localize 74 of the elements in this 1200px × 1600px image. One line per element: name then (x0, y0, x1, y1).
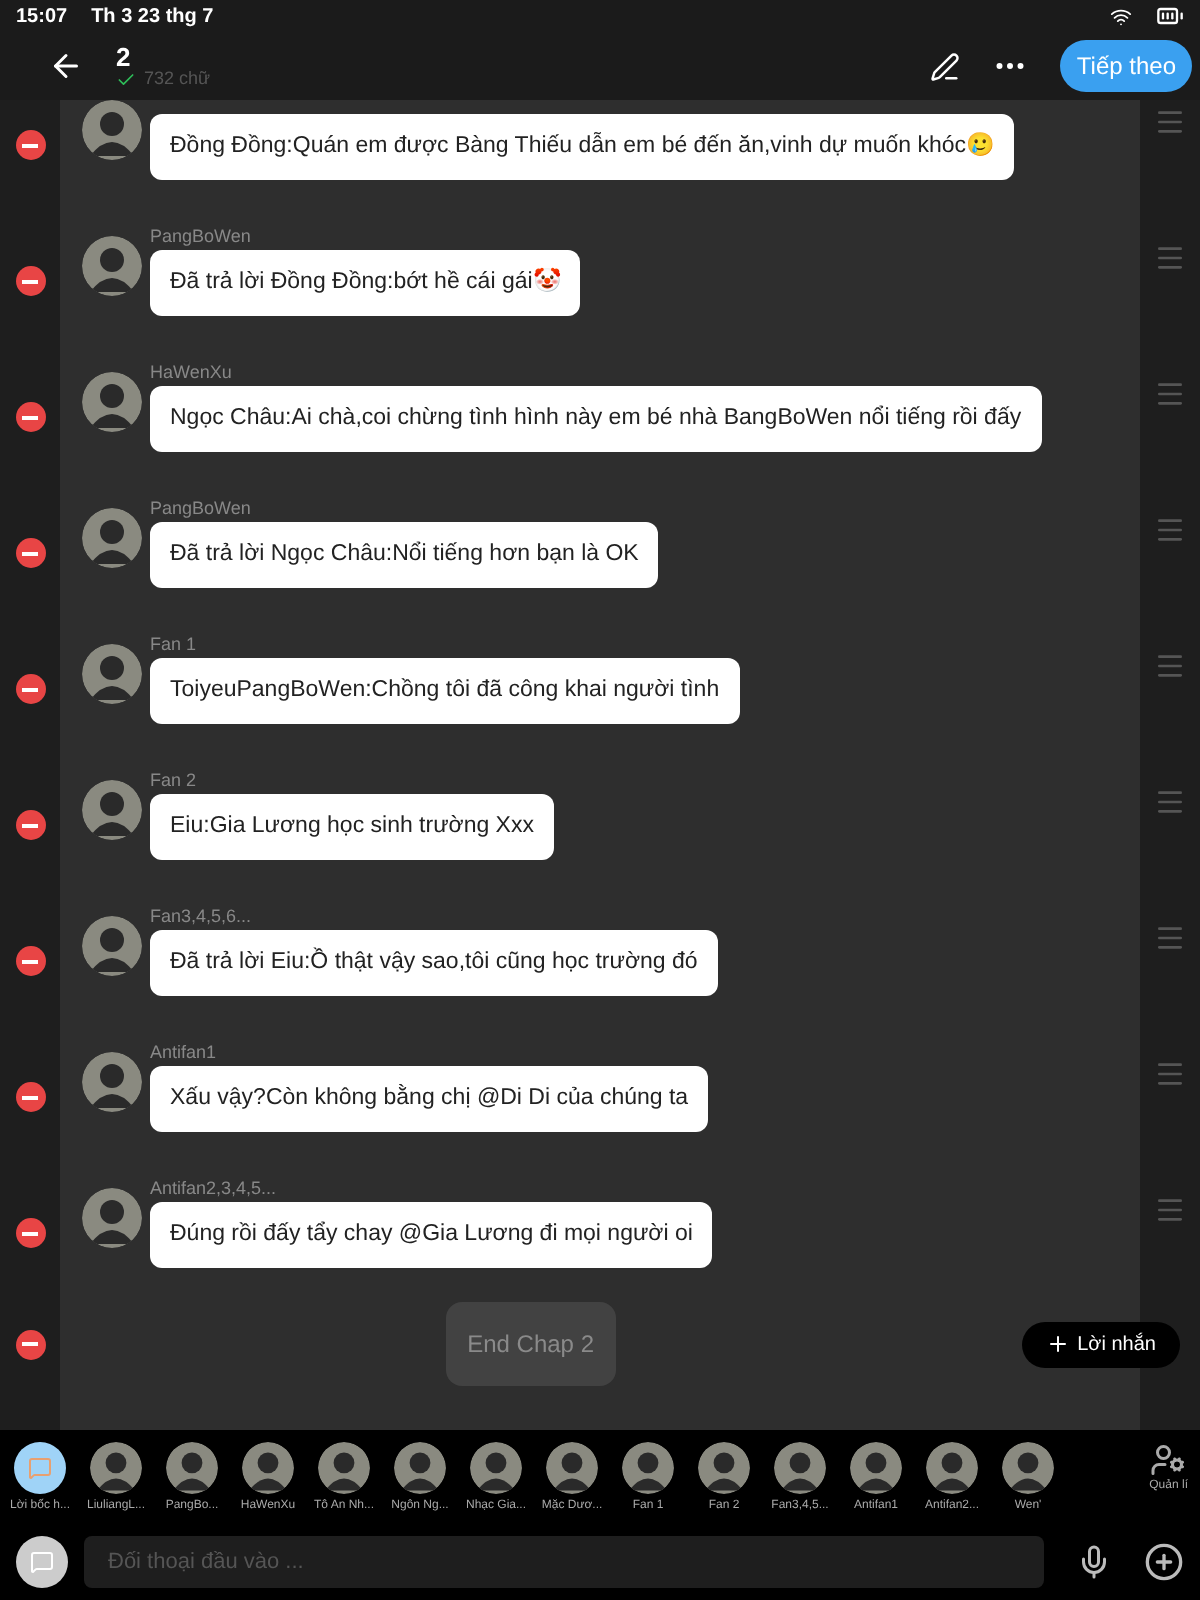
delete-button[interactable] (15, 810, 45, 840)
avatar (82, 1052, 142, 1112)
edit-icon[interactable] (930, 51, 961, 81)
plus-icon (1045, 1332, 1070, 1356)
drag-handle-icon[interactable] (1154, 378, 1186, 410)
character-name: Antifan1 (150, 1040, 219, 1066)
character-avatar (622, 1442, 674, 1494)
back-button[interactable] (48, 48, 84, 84)
add-message-button[interactable]: Lời nhắn (1021, 1321, 1180, 1367)
drag-handle-icon[interactable] (1154, 106, 1186, 138)
message-bubble[interactable]: ToiyeuPangBoWen:Chồng tôi đã công khai người tình (150, 658, 740, 724)
delete-button[interactable] (15, 266, 45, 296)
delete-button[interactable] (15, 1082, 45, 1112)
message-bubble[interactable]: Ngọc Châu:Ai chà,coi chừng tình hình này em bé nhà BangBoWen nổi tiếng rồi đấy (150, 386, 1042, 452)
delete-button[interactable] (15, 538, 45, 568)
character-name: Fan3,4,5,6... (150, 904, 254, 930)
character-avatar (242, 1442, 294, 1494)
character-avatar (698, 1442, 750, 1494)
delete-button[interactable] (15, 674, 45, 704)
delete-button[interactable] (15, 130, 45, 160)
character-avatar (850, 1442, 902, 1494)
status-date: Th 3 23 thg 7 (91, 3, 214, 31)
character-avatar (166, 1442, 218, 1494)
chat-mode-button[interactable] (16, 1535, 68, 1587)
message-bubble[interactable]: Đã trả lời Eiu:Ồ thật vậy sao,tôi cũng học trường đó (150, 930, 718, 996)
chapter-title: 2 (116, 43, 133, 69)
delete-button[interactable] (15, 1329, 45, 1359)
message-bubble[interactable]: Đã trả lời Ngọc Châu:Nổi tiếng hơn bạn là OK (150, 522, 659, 588)
word-count: 732 chữ (144, 70, 211, 88)
character-name: PangBoWen (150, 496, 253, 522)
avatar (82, 916, 142, 976)
character-avatar (926, 1442, 978, 1494)
character-name: Fan 1 (150, 632, 199, 658)
message-bubble[interactable]: Đồng Đồng:Quán em được Bàng Thiếu dẫn em bé đến ăn,vinh dự muốn khóc🥲 (150, 114, 1015, 180)
character-avatar (1002, 1442, 1054, 1494)
status-time: 15:07 (16, 3, 68, 31)
character-avatar (774, 1442, 826, 1494)
character-avatar (394, 1442, 446, 1494)
drag-handle-icon[interactable] (1154, 514, 1186, 546)
chat-icon (30, 1549, 54, 1573)
wifi-icon (1110, 5, 1132, 27)
message-bubble[interactable]: Đúng rồi đấy tẩy chay @Gia Lương đi mọi người oi (150, 1202, 713, 1268)
character-avatar (470, 1442, 522, 1494)
message-bubble[interactable]: Xấu vậy?Còn không bằng chị @Di Di của chúng ta (150, 1066, 709, 1132)
drag-handle-icon[interactable] (1154, 650, 1186, 682)
character-name: HaWenXu (150, 360, 234, 386)
delete-button[interactable] (15, 402, 45, 432)
delete-button[interactable] (15, 1218, 45, 1248)
character-avatar (90, 1442, 142, 1494)
narrator-avatar[interactable] (14, 1442, 66, 1494)
drag-handle-icon[interactable] (1154, 242, 1186, 274)
avatar (82, 372, 142, 432)
battery-icon (1156, 2, 1184, 30)
avatar (82, 644, 142, 704)
chat-icon (28, 1456, 52, 1480)
drag-handle-icon[interactable] (1154, 1058, 1186, 1090)
character-name: Fan 2 (150, 768, 199, 794)
drag-handle-icon[interactable] (1154, 922, 1186, 954)
message-bubble[interactable]: Đã trả lời Đồng Đồng:bớt hề cái gái🤡 (150, 250, 581, 316)
character-avatar (318, 1442, 370, 1494)
delete-button[interactable] (15, 946, 45, 976)
microphone-icon[interactable] (1076, 1543, 1112, 1579)
drag-handle-icon[interactable] (1154, 1194, 1186, 1226)
drag-handle-icon[interactable] (1154, 786, 1186, 818)
avatar (82, 236, 142, 296)
add-icon[interactable] (1144, 1541, 1184, 1581)
avatar (82, 780, 142, 840)
avatar (82, 1188, 142, 1248)
character-name: Antifan2,3,4,5... (150, 1176, 279, 1202)
check-icon (116, 69, 136, 89)
character-avatar (546, 1442, 598, 1494)
avatar (82, 508, 142, 568)
character-name: PangBoWen (150, 224, 253, 250)
message-bubble[interactable]: Eiu:Gia Lương học sinh trường Xxx (150, 794, 554, 860)
